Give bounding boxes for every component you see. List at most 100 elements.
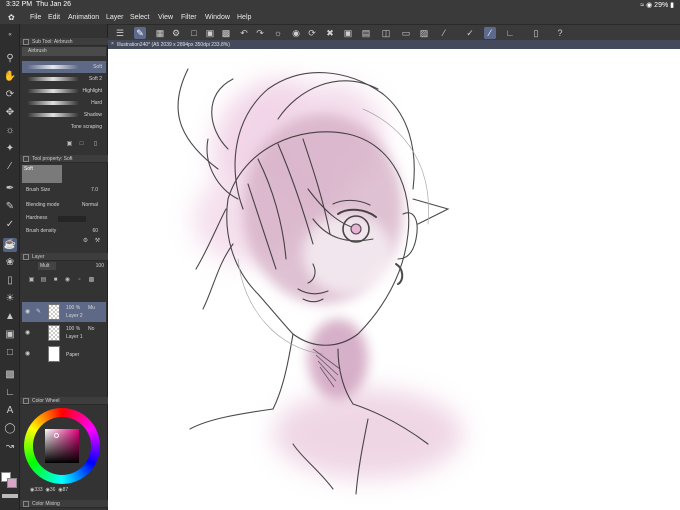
visibility-eye-icon[interactable]: ◉ xyxy=(25,308,30,315)
brush-tool-icon[interactable]: ✓ xyxy=(3,218,17,232)
transparent-color-swatch[interactable] xyxy=(2,494,18,498)
tool-wrench-icon[interactable]: ⚒ xyxy=(94,238,101,245)
add-icon[interactable]: □ xyxy=(78,141,85,148)
layer-row-layer-1[interactable]: ◉ 100 % No Layer 1 xyxy=(22,323,106,343)
smoothing-icon[interactable]: ⁄ xyxy=(484,27,496,39)
pen-mode-icon[interactable]: ✎ xyxy=(134,27,146,39)
rotate-icon[interactable]: ⟳ xyxy=(306,27,318,39)
correct-line-icon[interactable]: ↝ xyxy=(3,440,17,454)
brush-tone-scraping[interactable]: Tone scraping xyxy=(22,121,106,133)
deselect-icon[interactable]: ▤ xyxy=(360,27,372,39)
zoom-tool-icon[interactable]: ⚲ xyxy=(3,52,17,66)
menu-file[interactable]: File xyxy=(30,14,41,21)
new-file-icon[interactable]: □ xyxy=(188,27,200,39)
airbrush-tool-icon[interactable]: ☕ xyxy=(3,238,17,252)
expand-icon[interactable]: « xyxy=(3,28,17,42)
layer-mask-icon[interactable]: ◉ xyxy=(64,277,71,284)
balloon-tool-icon[interactable]: ◯ xyxy=(3,422,17,436)
clear-icon[interactable]: ✖ xyxy=(324,27,336,39)
tool-settings-icon[interactable]: ⚙ xyxy=(82,238,89,245)
brush-icon[interactable]: ⁄ xyxy=(438,27,450,39)
stabilizer-icon[interactable]: ✓ xyxy=(464,27,476,39)
color-wheel-ring[interactable] xyxy=(24,408,100,484)
frame-tool-icon[interactable]: ▩ xyxy=(3,368,17,382)
brush-shadow[interactable]: Shadow xyxy=(22,109,106,121)
color-mixing-header[interactable]: Color Mixing xyxy=(20,500,108,508)
edit-pencil-icon[interactable]: ✎ xyxy=(36,308,41,315)
app-logo-icon[interactable]: ✿ xyxy=(8,13,15,22)
layer-clip-icon[interactable]: ▤ xyxy=(40,277,47,284)
blending-mode-row[interactable]: Blending mode Normal xyxy=(26,201,106,210)
hardness-row[interactable]: Hardness xyxy=(26,214,106,223)
layer-row-paper[interactable]: ◉ Paper xyxy=(22,344,106,364)
brush-highlight[interactable]: Highlight xyxy=(22,85,106,97)
color-wheel-header[interactable]: Color Wheel xyxy=(20,397,108,405)
undo-icon[interactable]: ↶ xyxy=(238,27,250,39)
settings-icon[interactable]: ⚙ xyxy=(170,27,182,39)
visibility-eye-icon[interactable]: ◉ xyxy=(25,329,30,336)
grid-icon[interactable]: ▦ xyxy=(154,27,166,39)
trash-icon[interactable]: ▯ xyxy=(92,141,99,148)
ruler-icon[interactable]: ∟ xyxy=(504,27,516,39)
redo-icon[interactable]: ↷ xyxy=(254,27,266,39)
eraser-tool-icon[interactable]: ▯ xyxy=(3,274,17,288)
layer-blend-mode[interactable]: Mult xyxy=(38,262,56,270)
figure-tool-icon[interactable]: □ xyxy=(3,346,17,360)
eyedropper-icon[interactable]: ⁄ xyxy=(3,160,17,174)
pen-tool-icon[interactable]: ✒ xyxy=(3,182,17,196)
brush-density-row[interactable]: Brush density 60 xyxy=(26,227,106,236)
drawing-canvas[interactable] xyxy=(108,49,680,510)
open-file-icon[interactable]: ▣ xyxy=(204,27,216,39)
sub-tool-header[interactable]: Sub Tool: Airbrush xyxy=(20,38,108,46)
layer-draft-icon[interactable]: ▫ xyxy=(76,277,83,284)
fill-tool-icon[interactable]: ▲ xyxy=(3,310,17,324)
menu-layer[interactable]: Layer xyxy=(106,14,124,21)
menu-animation[interactable]: Animation xyxy=(68,14,99,21)
menu-edit[interactable]: Edit xyxy=(48,14,60,21)
blend-tool-icon[interactable]: ☀ xyxy=(3,292,17,306)
crop-icon[interactable]: ▨ xyxy=(418,27,430,39)
brush-hard[interactable]: Hard xyxy=(22,97,106,109)
menu-help[interactable]: Help xyxy=(237,14,251,21)
fill-icon[interactable]: ▭ xyxy=(400,27,412,39)
transform-icon[interactable]: ◉ xyxy=(290,27,302,39)
save-icon[interactable]: ▩ xyxy=(220,27,232,39)
brush-size-row[interactable]: Brush Size 7.0 xyxy=(26,186,106,195)
help-icon[interactable]: ? xyxy=(554,27,566,39)
layer-color-icon[interactable]: ▩ xyxy=(88,277,95,284)
decoration-tool-icon[interactable]: ❀ xyxy=(3,256,17,270)
close-tab-icon[interactable]: × xyxy=(111,41,114,47)
ruler-tool-icon[interactable]: ∟ xyxy=(3,386,17,400)
tool-property-header[interactable]: Tool property: Soft xyxy=(20,155,108,163)
menu-select[interactable]: Select xyxy=(130,14,149,21)
brush-soft-2[interactable]: Soft 2 xyxy=(22,73,106,85)
device-icon[interactable]: ▯ xyxy=(530,27,542,39)
visibility-eye-icon[interactable]: ◉ xyxy=(25,350,30,357)
color-picker-handle[interactable] xyxy=(54,433,59,438)
pencil-tool-icon[interactable]: ✎ xyxy=(3,200,17,214)
invert-selection-icon[interactable]: ◫ xyxy=(380,27,392,39)
layer-ref-icon[interactable]: ■ xyxy=(52,277,59,284)
canvas-tab[interactable]: × Illustration240* (A5 2039 x 2894px 350… xyxy=(108,40,680,49)
menu-window[interactable]: Window xyxy=(205,14,230,21)
sub-tool-group[interactable]: Airbrush xyxy=(22,47,106,56)
layer-opacity[interactable]: 100 xyxy=(88,262,104,270)
layer-header[interactable]: Layer xyxy=(20,253,108,261)
lasso-tool-icon[interactable]: ☼ xyxy=(3,124,17,138)
layer-row-layer-2[interactable]: ◉ ✎ 100 % Mu Layer 2 xyxy=(22,302,106,322)
hardness-slider[interactable] xyxy=(58,216,86,222)
gradient-tool-icon[interactable]: ▣ xyxy=(3,328,17,342)
hand-tool-icon[interactable]: ✋ xyxy=(3,70,17,84)
hamburger-menu-icon[interactable]: ☰ xyxy=(114,27,126,39)
menu-filter[interactable]: Filter xyxy=(181,14,197,21)
brush-soft[interactable]: Soft xyxy=(22,61,106,73)
move-tool-icon[interactable]: ✥ xyxy=(3,106,17,120)
magic-wand-icon[interactable]: ✦ xyxy=(3,142,17,156)
layer-lock-icon[interactable]: ▣ xyxy=(28,277,35,284)
canvas-settings-icon[interactable]: ☼ xyxy=(272,27,284,39)
rotate-tool-icon[interactable]: ⟳ xyxy=(3,88,17,102)
menu-view[interactable]: View xyxy=(158,14,173,21)
sub-color-swatch[interactable] xyxy=(7,478,17,488)
saturation-value-square[interactable] xyxy=(45,429,79,463)
select-all-icon[interactable]: ▣ xyxy=(342,27,354,39)
